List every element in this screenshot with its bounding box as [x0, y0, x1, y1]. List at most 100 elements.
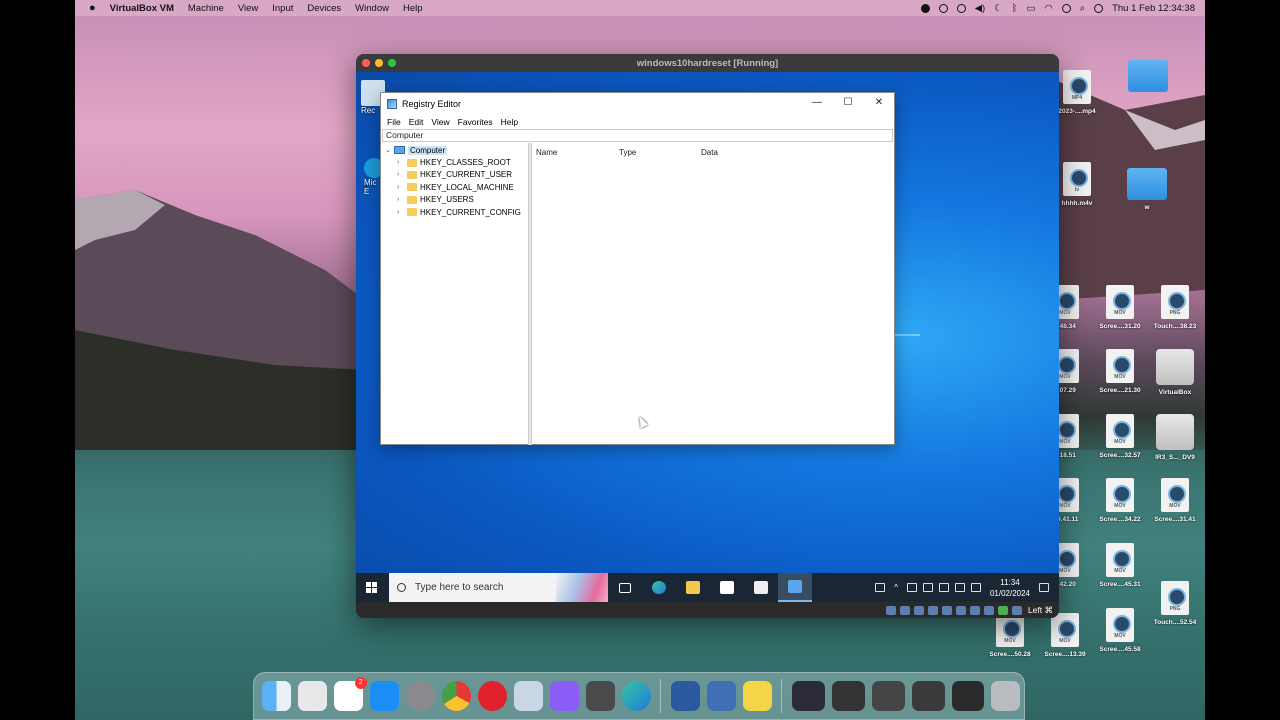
- mouse-integration-icon[interactable]: [1011, 605, 1022, 615]
- menu-window[interactable]: Window: [355, 3, 389, 14]
- edge-icon[interactable]: [642, 573, 676, 602]
- speaker-icon[interactable]: [970, 583, 981, 592]
- menu-clock[interactable]: Thu 1 Feb 12:34:38: [1112, 3, 1195, 14]
- chevron-up-icon[interactable]: ^: [894, 583, 898, 592]
- opera-icon[interactable]: [477, 681, 507, 711]
- shared-folder-icon[interactable]: [955, 605, 966, 615]
- apple-menu-icon[interactable]: ●: [89, 2, 96, 14]
- column-header-data[interactable]: Data: [701, 148, 718, 157]
- calculator-icon[interactable]: [585, 681, 615, 711]
- folder-icon[interactable]: [1118, 60, 1178, 96]
- notifications-icon[interactable]: [1039, 583, 1049, 592]
- desktop-file-icon[interactable]: MOV Scree....31.41: [1145, 478, 1205, 523]
- tree-node-hive[interactable]: › HKEY_CURRENT_USER: [381, 169, 528, 181]
- maximize-button[interactable]: ☐: [833, 93, 863, 113]
- desktop-file-icon[interactable]: MOV Scree....13.39: [1035, 613, 1095, 658]
- tree-node-computer[interactable]: ⌄ Computer: [381, 144, 528, 156]
- menu-file[interactable]: File: [387, 117, 401, 127]
- desktop-file-icon[interactable]: MOV Scree....45.58: [1090, 608, 1150, 653]
- minimized-window-thumbnail[interactable]: [791, 681, 825, 711]
- tree-node-hive[interactable]: › HKEY_USERS: [381, 194, 528, 206]
- tree-node-hive[interactable]: › HKEY_CURRENT_CONFIG: [381, 206, 528, 218]
- virtualbox-vm-icon[interactable]: [706, 681, 736, 711]
- keyboard-icon[interactable]: [875, 583, 886, 592]
- address-bar[interactable]: Computer: [382, 129, 893, 142]
- minimized-window-thumbnail[interactable]: [871, 681, 905, 711]
- menu-view[interactable]: View: [238, 3, 258, 14]
- tree-node-hive[interactable]: › HKEY_LOCAL_MACHINE: [381, 181, 528, 193]
- volume-icon[interactable]: ◀): [975, 3, 985, 14]
- virtualbox-icon[interactable]: [670, 681, 700, 711]
- finder-icon[interactable]: [261, 681, 291, 711]
- optical-drive-icon[interactable]: [899, 605, 910, 615]
- regedit-title-bar[interactable]: Registry Editor — ☐ ✕: [381, 93, 894, 115]
- tray-icon[interactable]: [922, 583, 933, 592]
- menu-help[interactable]: Help: [501, 117, 518, 127]
- launchpad-icon[interactable]: [297, 681, 327, 711]
- desktop-file-icon[interactable]: MOV Scree....50.28: [980, 613, 1040, 658]
- audio-icon[interactable]: [913, 605, 924, 615]
- close-button[interactable]: ✕: [864, 93, 894, 113]
- column-header-name[interactable]: Name: [536, 148, 557, 157]
- desktop-file-icon[interactable]: MOV Scree....21.30: [1090, 349, 1150, 394]
- minimized-window-thumbnail[interactable]: [951, 681, 985, 711]
- usb-icon[interactable]: [941, 605, 952, 615]
- desktop-file-icon[interactable]: PNG Touch....38.23: [1145, 285, 1205, 330]
- menu-view[interactable]: View: [431, 117, 449, 127]
- taskbar-clock[interactable]: 11:34 01/02/2024: [990, 577, 1030, 599]
- moon-icon[interactable]: ☾: [994, 3, 1003, 14]
- bluetooth-icon[interactable]: ᛒ: [1012, 3, 1018, 14]
- record-icon[interactable]: [920, 3, 930, 13]
- desktop-file-icon[interactable]: MOV Scree....34.22: [1090, 478, 1150, 523]
- column-header-type[interactable]: Type: [619, 148, 636, 157]
- mail-icon[interactable]: [744, 573, 778, 602]
- values-list[interactable]: Name Type Data: [533, 143, 894, 445]
- status-icon[interactable]: [938, 3, 948, 13]
- menu-help[interactable]: Help: [403, 3, 423, 14]
- minimized-window-thumbnail[interactable]: [831, 681, 865, 711]
- menu-favorites[interactable]: Favorites: [458, 117, 493, 127]
- battery-icon[interactable]: ▭: [1026, 3, 1035, 14]
- menu-input[interactable]: Input: [272, 3, 293, 14]
- status-icon[interactable]: [956, 3, 966, 13]
- menu-machine[interactable]: Machine: [188, 3, 224, 14]
- edge-icon[interactable]: [621, 681, 651, 711]
- tray-icon[interactable]: [906, 583, 917, 592]
- network-icon[interactable]: [927, 605, 938, 615]
- file-explorer-icon[interactable]: [676, 573, 710, 602]
- cpu-icon[interactable]: [997, 605, 1008, 615]
- tray-icon[interactable]: [938, 583, 949, 592]
- reminders-icon[interactable]: 2: [333, 677, 367, 711]
- minimized-window-thumbnail[interactable]: [911, 681, 945, 711]
- regedit-taskbar-icon[interactable]: [778, 573, 812, 602]
- chevron-right-icon[interactable]: ›: [397, 159, 399, 166]
- chevron-right-icon[interactable]: ›: [397, 171, 399, 178]
- menu-devices[interactable]: Devices: [307, 3, 341, 14]
- user-icon[interactable]: [1061, 3, 1071, 13]
- start-button[interactable]: [356, 573, 386, 602]
- display-icon[interactable]: [969, 605, 980, 615]
- chevron-right-icon[interactable]: ›: [397, 184, 399, 191]
- taskbar-search-box[interactable]: Type here to search: [389, 573, 608, 602]
- app-menu[interactable]: VirtualBox VM: [110, 3, 174, 14]
- control-center-icon[interactable]: [1094, 3, 1104, 13]
- chrome-icon[interactable]: [441, 681, 471, 711]
- drive-icon[interactable]: IR3_S..._DV9: [1145, 414, 1205, 461]
- trash-icon[interactable]: [991, 681, 1021, 711]
- network-icon[interactable]: [954, 583, 965, 592]
- vbox-title-bar[interactable]: windows10hardreset [Running]: [356, 54, 1059, 72]
- system-settings-icon[interactable]: [405, 681, 435, 711]
- wifi-icon[interactable]: ◠: [1044, 3, 1052, 14]
- preview-icon[interactable]: [513, 681, 543, 711]
- task-view-icon[interactable]: [608, 573, 642, 602]
- search-icon[interactable]: ⌕: [1080, 3, 1085, 14]
- chevron-right-icon[interactable]: ›: [397, 209, 399, 216]
- tree-node-hive[interactable]: › HKEY_CLASSES_ROOT: [381, 156, 528, 168]
- desktop-file-icon[interactable]: PNG Touch....52.54: [1145, 581, 1205, 626]
- recording-icon[interactable]: [983, 605, 994, 615]
- folder-icon[interactable]: w: [1117, 168, 1177, 211]
- minimize-button[interactable]: —: [802, 93, 832, 113]
- store-icon[interactable]: [710, 573, 744, 602]
- chevron-right-icon[interactable]: ›: [397, 196, 399, 203]
- desktop-file-icon[interactable]: MOV Scree....31.20: [1090, 285, 1150, 330]
